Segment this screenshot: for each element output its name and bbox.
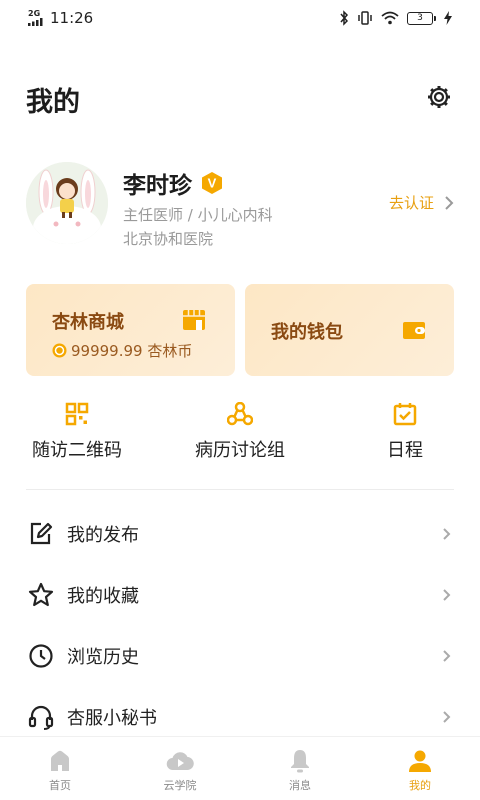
tab-label: 消息 [289,779,311,792]
bluetooth-icon [340,10,349,26]
tab-messages[interactable]: 消息 [240,737,360,800]
avatar[interactable] [26,162,108,244]
quick-action-schedule[interactable]: 日程 [377,402,433,464]
tab-label: 首页 [49,779,71,792]
chevron-right-icon [443,711,451,723]
qr-code-icon [65,402,89,426]
vibrate-icon [358,11,372,25]
bell-icon [291,750,309,773]
verified-badge-icon: V [202,172,222,194]
user-icon [409,750,431,772]
coin-icon [52,343,67,358]
tab-label: 云学院 [163,779,197,792]
section-divider [26,489,454,490]
status-left: 2G 11:26 [28,9,93,27]
charging-icon [444,11,452,25]
chevron-right-icon [443,528,451,540]
wallet-icon [403,322,425,339]
wallet-card[interactable]: 我的钱包 [245,284,454,376]
verified-badge-letter: V [208,176,217,191]
bottom-tab-bar: 首页 云学院 消息 我的 [0,736,480,800]
status-bar: 2G 11:26 3 [0,0,480,36]
menu-item-history[interactable]: 浏览历史 [26,633,454,679]
store-icon [183,310,205,330]
coin-balance-value: 99999.99 杏林币 [71,342,193,360]
gear-icon [428,86,450,108]
name-row: 李时珍 V [123,166,224,200]
star-icon [28,582,54,607]
page-title: 我的 [26,87,80,118]
menu-item-label: 我的收藏 [67,586,139,607]
menu-item-label: 浏览历史 [67,647,139,668]
avatar-image [26,162,108,244]
profile-section[interactable]: 李时珍 V 主任医师 / 小儿心内科 北京协和医院 去认证 [26,162,454,252]
settings-button[interactable] [426,84,452,110]
menu-item-assistant[interactable]: 杏服小秘书 [26,694,454,740]
tab-mine[interactable]: 我的 [360,737,480,800]
doctor-hospital: 北京协和医院 [123,230,214,248]
chevron-right-icon [443,589,451,601]
wallet-title: 我的钱包 [271,322,343,343]
status-time: 11:26 [50,9,94,27]
quick-action-group[interactable]: 病历讨论组 [180,402,300,464]
battery-tip [434,15,436,21]
wifi-icon [381,11,399,25]
status-right: 3 [339,10,452,26]
quick-action-qr[interactable]: 随访二维码 [26,402,128,464]
home-icon [51,750,69,771]
battery: 3 [407,11,436,25]
group-icon [227,402,253,426]
mall-title: 杏林商城 [52,312,124,333]
tab-cloud-academy[interactable]: 云学院 [120,737,240,800]
network-type: 2G [28,9,41,18]
menu-item-label: 我的发布 [67,525,139,546]
chevron-right-icon [443,650,451,662]
battery-level: 3 [407,11,433,25]
doctor-name: 李时珍 [123,173,192,199]
menu-item-label: 杏服小秘书 [67,708,157,729]
mall-card[interactable]: 杏林商城 99999.99 杏林币 [26,284,235,376]
verify-label: 去认证 [388,194,434,212]
doctor-title: 主任医师 / 小儿心内科 [123,206,273,224]
verify-button[interactable]: 去认证 [389,192,454,213]
headset-icon [28,705,54,730]
signal-icon [28,18,43,26]
chevron-right-icon [445,195,454,210]
quick-action-label: 病历讨论组 [195,440,285,461]
menu-item-favorites[interactable]: 我的收藏 [26,572,454,618]
tab-label: 我的 [409,779,431,792]
cloud-play-icon [166,752,194,771]
signal-indicator: 2G [28,10,44,26]
quick-action-label: 日程 [387,440,423,461]
coin-balance: 99999.99 杏林币 [52,340,192,361]
edit-icon [30,522,53,545]
menu-item-my-posts[interactable]: 我的发布 [26,511,454,557]
clock-icon [29,644,53,668]
quick-action-label: 随访二维码 [32,440,122,461]
calendar-icon [393,403,417,426]
tab-home[interactable]: 首页 [0,737,120,800]
